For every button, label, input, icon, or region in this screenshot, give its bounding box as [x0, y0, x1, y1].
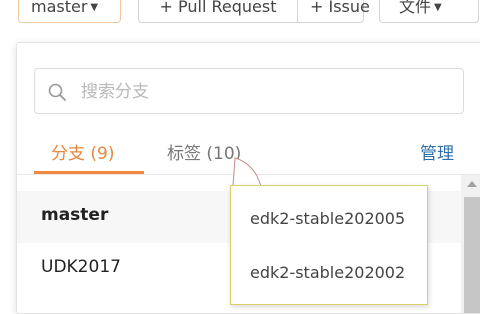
branch-name: master	[41, 205, 109, 225]
new-pull-request-label: + Pull Request	[159, 0, 277, 16]
branch-search-box[interactable]	[34, 68, 464, 114]
tag-list-tooltip: edk2-stable202005 edk2-stable202002	[230, 185, 428, 305]
new-issue-button[interactable]: + Issue	[298, 0, 370, 23]
branch-name: UDK2017	[41, 257, 121, 277]
scrollbar-thumb[interactable]	[464, 197, 480, 313]
repo-toolbar: master ▼ + Pull Request + Issue 文件 ▼	[0, 0, 480, 26]
search-icon	[48, 83, 66, 101]
caret-down-icon: ▼	[434, 1, 442, 13]
file-menu-button[interactable]: 文件 ▼	[379, 0, 479, 23]
branch-list-scrollbar[interactable]	[461, 175, 480, 313]
branch-select-label: master	[31, 0, 88, 16]
tooltip-tag-item: edk2-stable202005	[250, 209, 406, 228]
tab-branches[interactable]: 分支 (9)	[51, 139, 114, 164]
branch-search-input[interactable]	[79, 77, 453, 107]
file-menu-label: 文件	[399, 0, 432, 16]
tooltip-tag-item: edk2-stable202002	[250, 263, 406, 282]
new-issue-label: + Issue	[310, 0, 370, 16]
scroll-up-arrow-icon[interactable]	[467, 181, 477, 187]
tooltip-pointer	[232, 157, 262, 187]
caret-down-icon: ▼	[90, 1, 99, 13]
manage-link[interactable]: 管理	[420, 139, 454, 164]
branch-select-button[interactable]: master ▼	[18, 0, 121, 23]
new-pull-request-button[interactable]: + Pull Request	[138, 0, 298, 23]
